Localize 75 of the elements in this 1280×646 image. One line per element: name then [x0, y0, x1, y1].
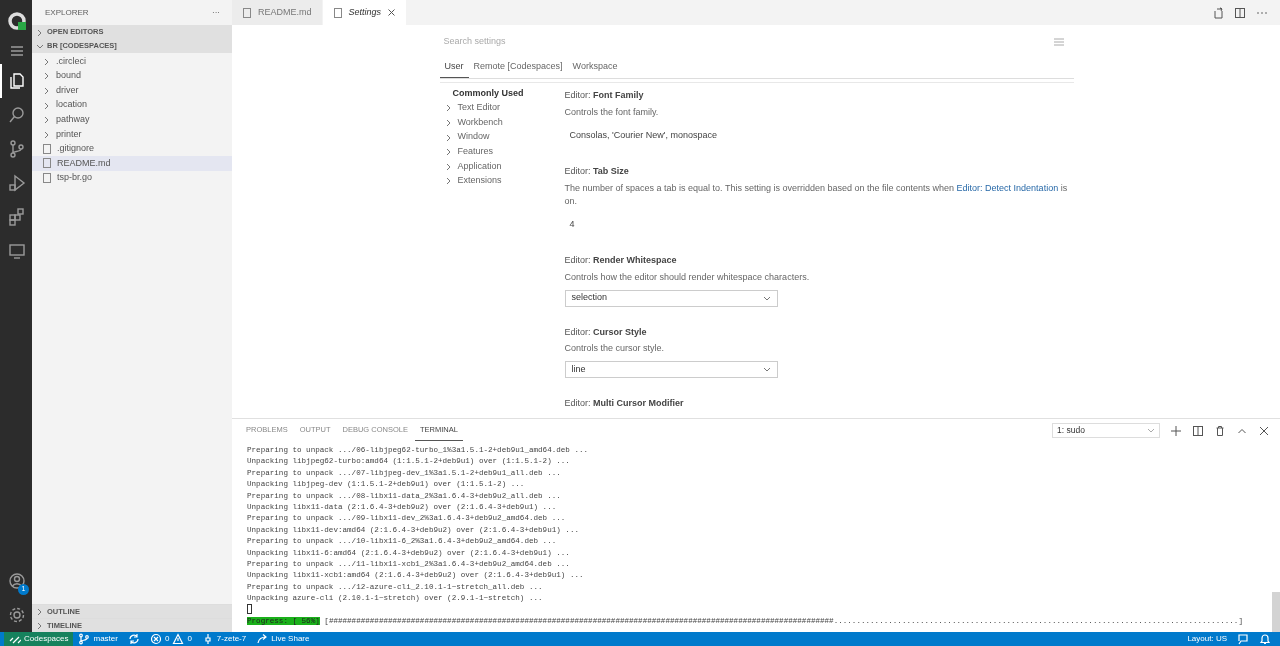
file-icon — [42, 142, 52, 155]
scope-tab[interactable]: Workspace — [567, 56, 623, 78]
search-field[interactable]: Search settings — [441, 34, 942, 50]
bell-icon — [1259, 633, 1271, 645]
source-control-icon — [7, 139, 27, 159]
terminal-dropdown[interactable]: 1: sudo — [1052, 423, 1160, 438]
close-icon[interactable] — [387, 8, 397, 17]
feedback-icon — [1237, 633, 1249, 645]
sync-icon — [127, 633, 140, 645]
setting-title: Editor: Multi Cursor Modifier — [564, 397, 685, 410]
setting-description: Controls the cursor style. — [564, 342, 666, 355]
tree-item[interactable]: printer — [32, 126, 232, 142]
setting-dropdown[interactable]: line — [564, 361, 778, 378]
tree-item[interactable]: location — [32, 97, 232, 113]
chevron-down-icon — [1146, 426, 1155, 435]
extensions-icon — [7, 207, 27, 227]
run-icon — [7, 173, 27, 193]
toc-item[interactable]: Features — [439, 144, 565, 159]
branch-icon — [78, 633, 91, 645]
toc-item[interactable]: Workbench — [439, 115, 565, 130]
file-icon — [42, 157, 52, 170]
monitor-icon — [7, 241, 27, 261]
share-arrow-icon — [256, 633, 269, 645]
setting-title: Editor: Tab Size — [564, 165, 630, 178]
setting-link[interactable]: Editor: Detect Indentation — [956, 182, 1059, 193]
toc-item[interactable]: Extensions — [439, 173, 565, 189]
scrollbar-thumb[interactable] — [1272, 592, 1280, 632]
editor-tab[interactable]: Settings — [322, 0, 408, 25]
chevron-down-icon — [761, 365, 771, 374]
setting-description: Controls how the editor should render whitespace characters. — [564, 270, 811, 284]
app-logo-icon — [7, 11, 27, 31]
more-actions[interactable]: ··· — [212, 6, 220, 19]
toc-item[interactable]: Window — [439, 129, 565, 145]
files-icon — [7, 71, 27, 91]
file-icon — [42, 172, 52, 185]
setting-title: Editor: Cursor Style — [564, 325, 648, 339]
toc-item[interactable]: Text Editor — [439, 100, 565, 116]
toc-item[interactable]: Application — [439, 158, 565, 174]
branch-status-item[interactable]: master — [73, 632, 123, 646]
scope-tab[interactable]: User — [439, 56, 469, 78]
settings-icon[interactable] — [7, 605, 27, 625]
remote-status-item[interactable]: Codespaces — [4, 632, 74, 646]
setting-title: Editor: Render Whitespace — [564, 254, 678, 267]
tree-item[interactable]: .circleci — [32, 54, 232, 69]
warning-icon — [172, 633, 185, 645]
setting-dropdown[interactable]: selection — [564, 289, 778, 307]
tree-item[interactable]: tsp-br.go — [32, 170, 232, 186]
setting-description: Controls the font family. — [564, 105, 660, 119]
split-icon[interactable] — [1192, 424, 1204, 437]
close-icon[interactable] — [1258, 424, 1270, 437]
open-file-icon[interactable] — [1212, 6, 1224, 19]
trash-icon[interactable] — [1214, 424, 1226, 437]
ports-status-item[interactable]: 7-zete-7 — [196, 632, 252, 646]
editor-tab[interactable]: README.md — [232, 0, 323, 25]
liveshare-status-item[interactable]: Live Share — [251, 632, 315, 646]
search-icon — [7, 105, 27, 125]
tree-item[interactable]: pathway — [32, 112, 232, 127]
file-icon — [332, 6, 343, 19]
error-icon — [149, 633, 162, 645]
toc-heading[interactable]: Commonly Used — [439, 86, 565, 101]
terminal-cursor — [247, 604, 252, 615]
status-item[interactable]: Layout: US — [1182, 632, 1232, 646]
setting-title: Editor: Font Family — [564, 89, 645, 102]
sidebar-title: EXPLORER — [45, 6, 89, 19]
scope-tab[interactable]: Remote [Codespaces] — [468, 56, 568, 78]
tree-item[interactable]: driver — [32, 83, 232, 98]
split-editor-icon[interactable] — [1234, 6, 1246, 19]
file-icon — [242, 6, 252, 19]
setting-description: The number of spaces a tab is equal to. This setting is overridden based on the file contents when Editor: Detect Indentation is on. — [564, 181, 1069, 208]
tree-item[interactable]: README.md — [32, 156, 232, 171]
add-icon[interactable] — [1170, 424, 1182, 437]
problems-status-item[interactable]: 0 0 — [144, 632, 197, 646]
tree-item[interactable]: bound — [32, 68, 232, 84]
tree-item[interactable]: .gitignore — [32, 141, 232, 157]
account-icon[interactable] — [7, 571, 27, 591]
